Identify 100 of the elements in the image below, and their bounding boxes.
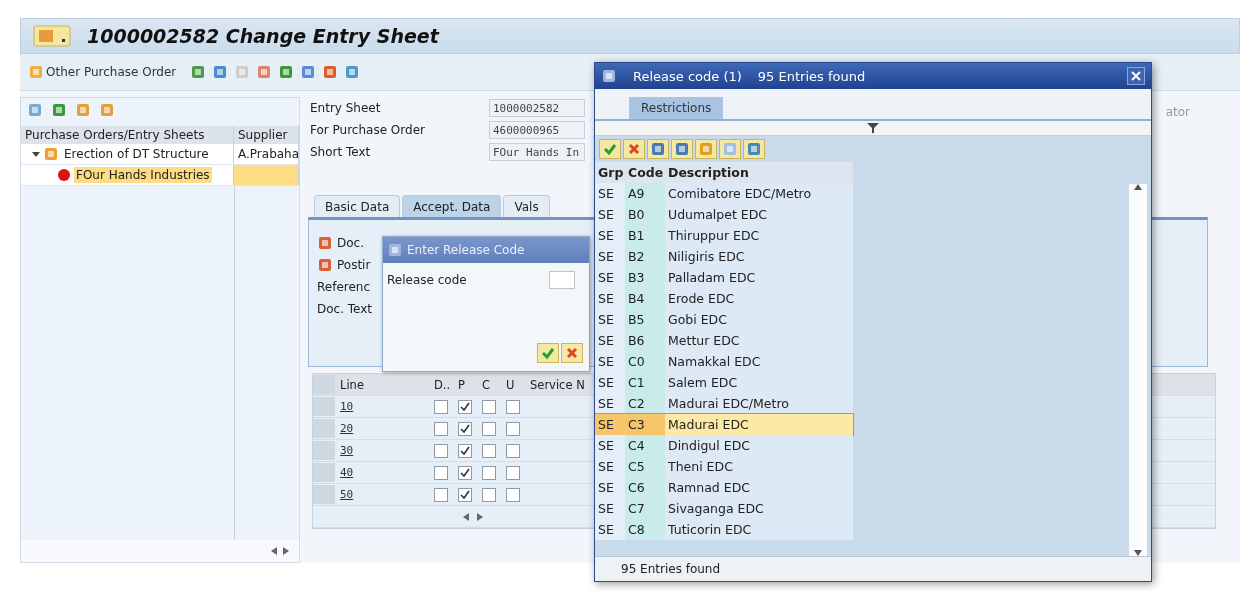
code-text: B3 (628, 270, 645, 285)
checkbox[interactable] (482, 421, 496, 436)
line-link[interactable]: 20 (340, 422, 354, 435)
checkbox[interactable] (506, 421, 520, 436)
code-text: B6 (628, 333, 645, 348)
dialog-title: Enter Release Code (407, 243, 525, 257)
expanded-caret-icon[interactable] (32, 150, 40, 158)
cancel-icon (566, 347, 578, 359)
scroll-up-icon[interactable] (1134, 184, 1142, 190)
entries-count: 95 Entries found (757, 68, 866, 84)
confirm-button[interactable] (599, 139, 621, 159)
group-text: SE (598, 270, 614, 285)
description-text: Udumalpet EDC (668, 207, 768, 222)
column-header: D.. (434, 377, 451, 392)
value-field[interactable]: FOur Hands In (489, 143, 585, 161)
code-text: B2 (628, 249, 645, 264)
group-text: SE (598, 186, 614, 201)
checkbox[interactable] (434, 421, 448, 436)
cancel-button[interactable] (561, 343, 583, 363)
list-row[interactable]: SE C3 Madurai EDC (595, 414, 853, 435)
checkbox[interactable] (434, 399, 448, 414)
close-button[interactable] (1127, 67, 1145, 85)
group-text: SE (598, 228, 614, 243)
group-text: SE (598, 354, 614, 369)
release-code-field[interactable] (549, 271, 575, 289)
scroll-right-icon[interactable] (477, 512, 483, 521)
field-label: Release code (387, 273, 467, 287)
code-text: B4 (628, 291, 645, 306)
confirm-button[interactable] (537, 343, 559, 363)
group-text: SE (598, 438, 614, 453)
checkbox[interactable] (482, 487, 496, 502)
line-link[interactable]: 50 (340, 488, 354, 501)
field-label: For Purchase Order (309, 123, 426, 137)
group-text: SE (598, 333, 614, 348)
other-purchase-order-button[interactable]: Other Purchase Order (28, 64, 185, 80)
checkbox[interactable] (482, 465, 496, 480)
checkmark-icon (541, 346, 555, 360)
tab[interactable]: Basic Data (314, 195, 401, 217)
cancel-button[interactable] (623, 139, 645, 159)
checkbox[interactable] (434, 487, 448, 502)
description-text: Erode EDC (668, 291, 735, 306)
tree-item[interactable]: FOur Hands Industries (74, 167, 212, 183)
print-button[interactable] (743, 139, 765, 159)
checkbox[interactable] (506, 443, 520, 458)
scroll-right-icon[interactable] (283, 547, 289, 555)
checkbox[interactable] (506, 487, 520, 502)
code-text: B5 (628, 312, 645, 327)
line-link[interactable]: 40 (340, 466, 354, 479)
checkbox[interactable] (458, 399, 472, 414)
column-header: Service N (530, 377, 585, 392)
checkbox[interactable] (458, 443, 472, 458)
description-text: Sivaganga EDC (668, 501, 764, 516)
line-link[interactable]: 30 (340, 444, 354, 457)
description-text: Salem EDC (668, 375, 738, 390)
tree-item[interactable]: Erection of DT Structure (62, 146, 211, 162)
group-text: SE (598, 522, 614, 537)
search-button[interactable] (647, 139, 669, 159)
tab[interactable]: Restrictions (629, 97, 724, 119)
code-text: C0 (628, 354, 645, 369)
line-link[interactable]: 10 (340, 400, 354, 413)
checkbox[interactable] (506, 399, 520, 414)
field-label: Referenc (317, 280, 371, 294)
menu-icon[interactable] (33, 25, 71, 47)
column-header: Description (668, 165, 749, 180)
field-label: Doc. Text (317, 302, 373, 316)
checkbox[interactable] (482, 443, 496, 458)
checkbox[interactable] (434, 443, 448, 458)
cancel-icon (628, 143, 640, 155)
close-icon (1131, 71, 1141, 81)
checkbox[interactable] (482, 399, 496, 414)
code-text: C5 (628, 459, 645, 474)
code-text: A9 (628, 186, 645, 201)
favorite-button[interactable] (695, 139, 717, 159)
column-header: Purchase Orders/Entry Sheets (25, 128, 205, 142)
code-text: C6 (628, 480, 645, 495)
value-field[interactable]: 4600000965 (489, 121, 585, 139)
checkbox[interactable] (458, 421, 472, 436)
column-header: Supplier (238, 128, 288, 142)
code-text: C1 (628, 375, 645, 390)
scrollbar[interactable] (1129, 184, 1147, 556)
checkbox[interactable] (458, 487, 472, 502)
column-header: P (458, 377, 465, 392)
tab[interactable]: Vals (503, 195, 550, 217)
checkbox[interactable] (458, 465, 472, 480)
group-text: SE (598, 291, 614, 306)
checkbox[interactable] (506, 465, 520, 480)
checkmark-icon (603, 142, 617, 156)
scroll-left-icon[interactable] (463, 512, 469, 521)
checkbox[interactable] (434, 465, 448, 480)
tab[interactable]: Accept. Data (402, 195, 502, 217)
group-text: SE (598, 480, 614, 495)
description-text: Namakkal EDC (668, 354, 761, 369)
group-text: SE (598, 417, 614, 432)
group-text: SE (598, 312, 614, 327)
scroll-left-icon[interactable] (271, 547, 277, 555)
help-button[interactable] (719, 139, 741, 159)
code-text: B1 (628, 228, 645, 243)
value-field[interactable]: 1000002582 (489, 99, 585, 117)
status-icon (57, 168, 71, 182)
search-next-button[interactable] (671, 139, 693, 159)
